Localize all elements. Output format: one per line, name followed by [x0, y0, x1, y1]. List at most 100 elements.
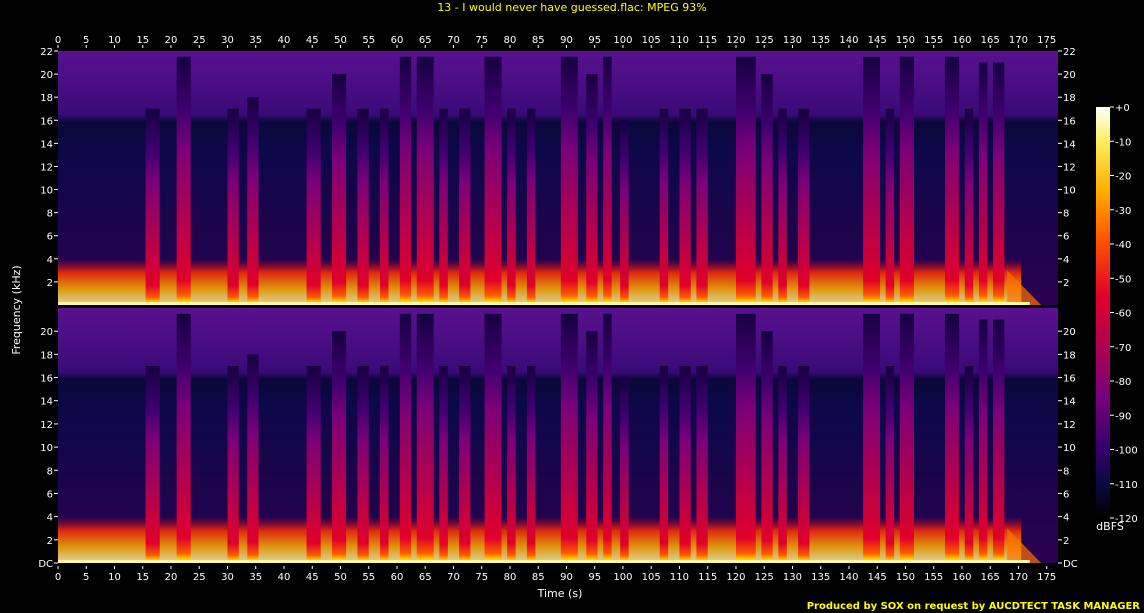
- x-tick-label: 70: [447, 572, 460, 583]
- y-tick-label: 16: [40, 116, 53, 127]
- x-tick-label: 90: [560, 35, 573, 46]
- energy-burst: [679, 365, 691, 563]
- energy-burst: [526, 108, 536, 306]
- x-tick-label: 165: [981, 35, 1000, 46]
- energy-burst: [945, 313, 960, 563]
- y-tick-label: 10: [40, 443, 53, 454]
- energy-burst: [778, 108, 787, 306]
- x-tick-label: 25: [193, 572, 206, 583]
- y-tick-label: 8: [47, 466, 53, 477]
- energy-burst: [620, 377, 629, 563]
- x-tick-label: 135: [811, 572, 830, 583]
- dc-line: [58, 560, 1030, 563]
- spectrogram-panels: [58, 51, 1058, 563]
- x-tick-label: 85: [532, 572, 545, 583]
- y-tick-label: 8: [1063, 209, 1069, 220]
- x-tick-label: 140: [839, 35, 858, 46]
- x-tick-label: 20: [165, 572, 178, 583]
- x-axis-top: 0 5 10 15 20 25 30 35 40 45 50 55 60 65 70 75 80 85 90 95 10…: [55, 35, 1056, 48]
- y-tick-label: 2: [47, 536, 53, 547]
- y-tick-label: 10: [1063, 443, 1076, 454]
- y-tick-label: DC: [1063, 559, 1078, 570]
- y-tick-label: 10: [40, 186, 53, 197]
- energy-burst: [306, 365, 321, 563]
- x-tick-label: 15: [136, 35, 149, 46]
- energy-burst: [603, 313, 612, 563]
- energy-burst: [247, 354, 259, 563]
- colorbar-tick-label: -80: [1115, 377, 1131, 388]
- colorbar-label: dBFS: [1096, 520, 1124, 533]
- x-tick-label: 10: [108, 35, 121, 46]
- x-tick-label: 30: [221, 35, 234, 46]
- energy-burst: [735, 313, 756, 563]
- energy-burst: [507, 365, 516, 563]
- y-tick-label: 6: [1063, 489, 1069, 500]
- colorbar-tick-label: -90: [1115, 411, 1131, 422]
- x-tick-label: 60: [391, 35, 404, 46]
- y-tick-label: 2: [47, 278, 53, 289]
- spectrogram-figure: 13 - I would never have guessed.flac: MP…: [10, 1, 1141, 612]
- y-tick-label: 20: [40, 327, 53, 338]
- x-tick-label: 20: [165, 35, 178, 46]
- x-tick-label: 175: [1037, 572, 1056, 583]
- energy-burst: [659, 365, 669, 563]
- energy-burst: [484, 313, 502, 563]
- energy-burst: [332, 74, 347, 305]
- energy-burst: [761, 74, 773, 305]
- energy-burst: [399, 313, 412, 563]
- x-tick-label: 55: [362, 35, 375, 46]
- x-tick-label: 110: [670, 35, 689, 46]
- y-tick-label: 14: [1063, 397, 1076, 408]
- y-tick-label: 14: [40, 139, 53, 150]
- credit-text: Produced by SOX on request by AUCDTECT T…: [807, 601, 1141, 612]
- x-tick-label: 75: [475, 35, 488, 46]
- colorbar-tick-label: -10: [1115, 137, 1131, 148]
- x-tick-label: 35: [249, 572, 262, 583]
- y-tick-label: 14: [40, 397, 53, 408]
- x-tick-label: 80: [504, 35, 517, 46]
- colorbar: +0-10-20-30-40-50-60-70-80-90-100-110-12…: [1096, 103, 1138, 533]
- x-tick-label: 120: [726, 572, 745, 583]
- x-tick-label: 130: [783, 572, 802, 583]
- y-tick-label: 6: [1063, 232, 1069, 243]
- x-tick-label: 115: [698, 572, 717, 583]
- colorbar-tick-label: -30: [1115, 206, 1131, 217]
- x-tick-label: 100: [613, 35, 632, 46]
- x-tick-label: 85: [532, 35, 545, 46]
- x-tick-label: 155: [924, 35, 943, 46]
- x-tick-label: 15: [136, 572, 149, 583]
- x-tick-label: 75: [475, 572, 488, 583]
- y-tick-label: 12: [1063, 420, 1076, 431]
- colorbar-tick-label: +0: [1115, 103, 1130, 114]
- x-tick-label: 50: [334, 572, 347, 583]
- x-tick-label: 35: [249, 35, 262, 46]
- colorbar-tick-label: -40: [1115, 240, 1131, 251]
- colorbar-tick-label: -20: [1115, 172, 1131, 183]
- y-tick-label: 8: [1063, 466, 1069, 477]
- colorbar-gradient: [1096, 107, 1110, 518]
- x-tick-label: 140: [839, 572, 858, 583]
- energy-burst: [357, 108, 369, 306]
- y-tick-label: 16: [40, 374, 53, 385]
- energy-burst: [798, 108, 810, 306]
- energy-burst: [778, 365, 787, 563]
- energy-burst: [696, 365, 708, 563]
- x-tick-label: 45: [306, 35, 319, 46]
- energy-burst: [416, 56, 434, 305]
- energy-burst: [560, 56, 578, 305]
- energy-burst: [978, 319, 988, 563]
- energy-burst: [176, 313, 191, 563]
- x-tick-label: 95: [588, 35, 601, 46]
- x-axis-bottom: 0 5 10 15 20 25 30 35 40 45 50 55 60 65 70 75 80 85 90 95 10…: [55, 566, 1056, 583]
- energy-burst: [247, 97, 259, 305]
- energy-burst: [484, 56, 502, 305]
- x-tick-label: 145: [868, 572, 887, 583]
- x-tick-label: 45: [306, 572, 319, 583]
- y-tick-label: 6: [47, 232, 53, 243]
- x-tick-label: 40: [278, 572, 291, 583]
- energy-burst: [586, 331, 598, 563]
- y-tick-label: 4: [1063, 255, 1069, 266]
- energy-burst: [439, 365, 448, 563]
- energy-burst: [761, 331, 773, 563]
- energy-burst: [885, 108, 895, 306]
